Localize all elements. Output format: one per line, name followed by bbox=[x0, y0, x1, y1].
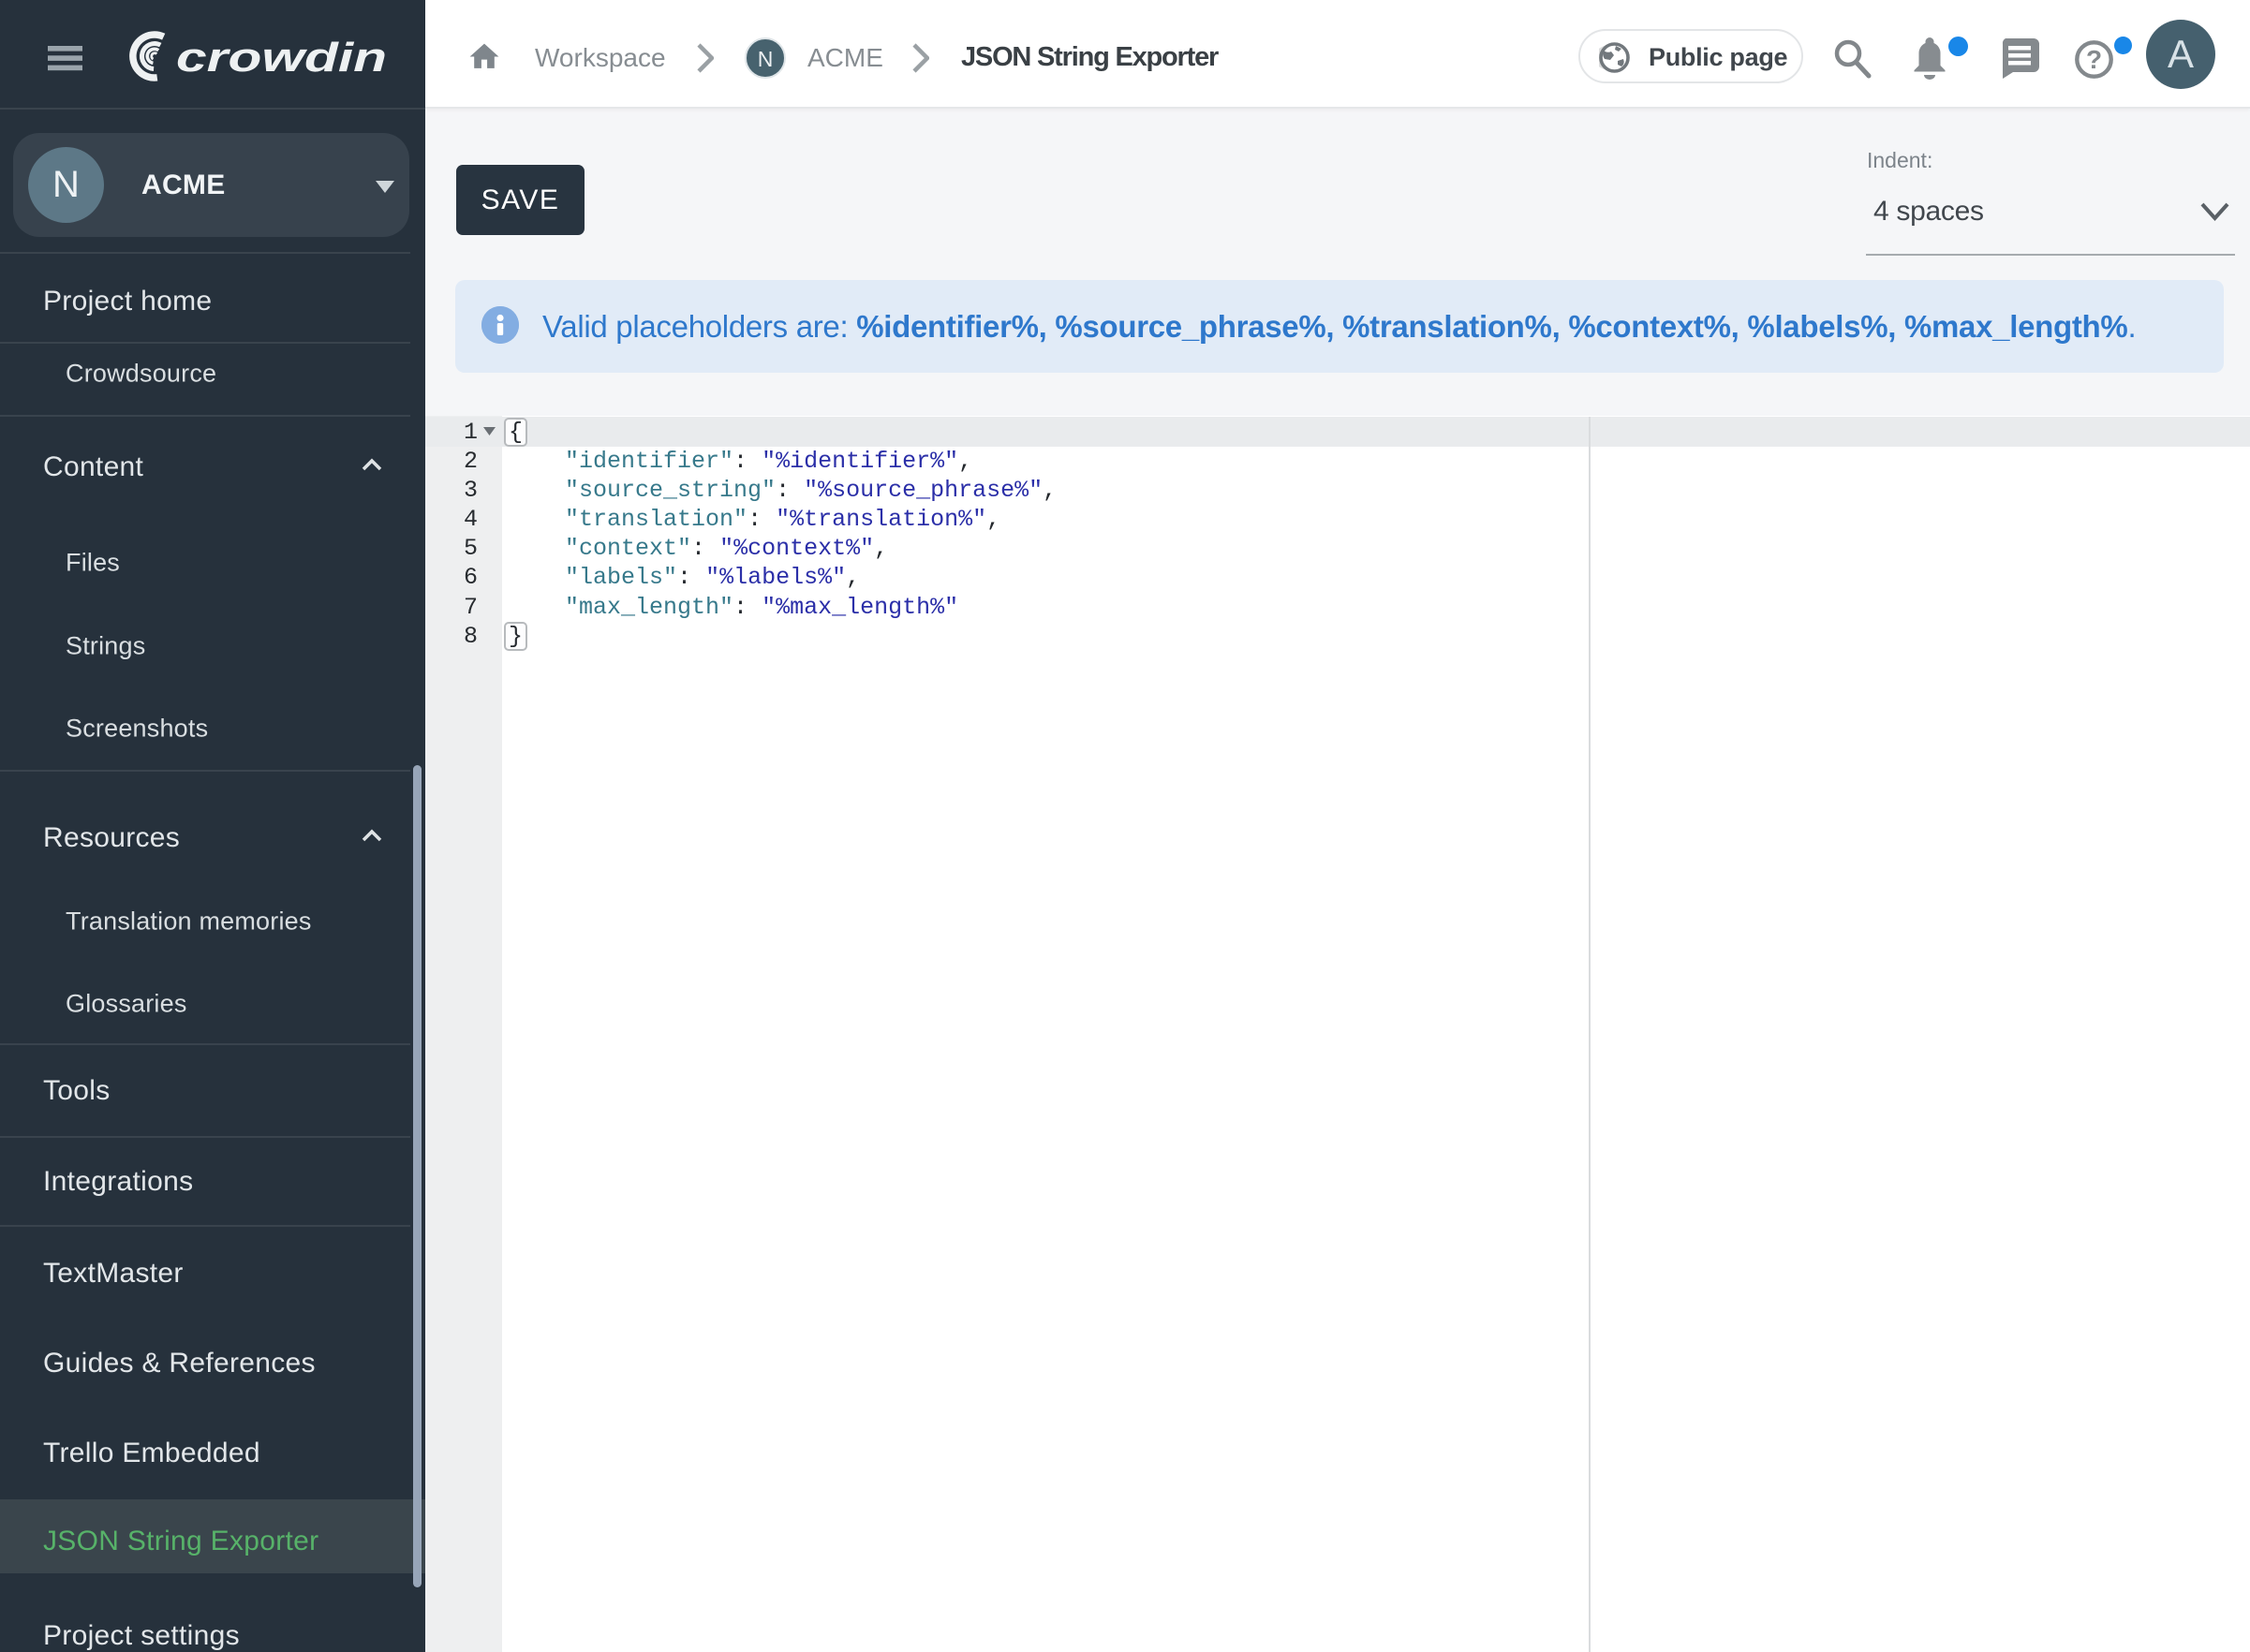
svg-text:?: ? bbox=[2086, 45, 2102, 74]
svg-text:crowdin: crowdin bbox=[176, 35, 387, 81]
